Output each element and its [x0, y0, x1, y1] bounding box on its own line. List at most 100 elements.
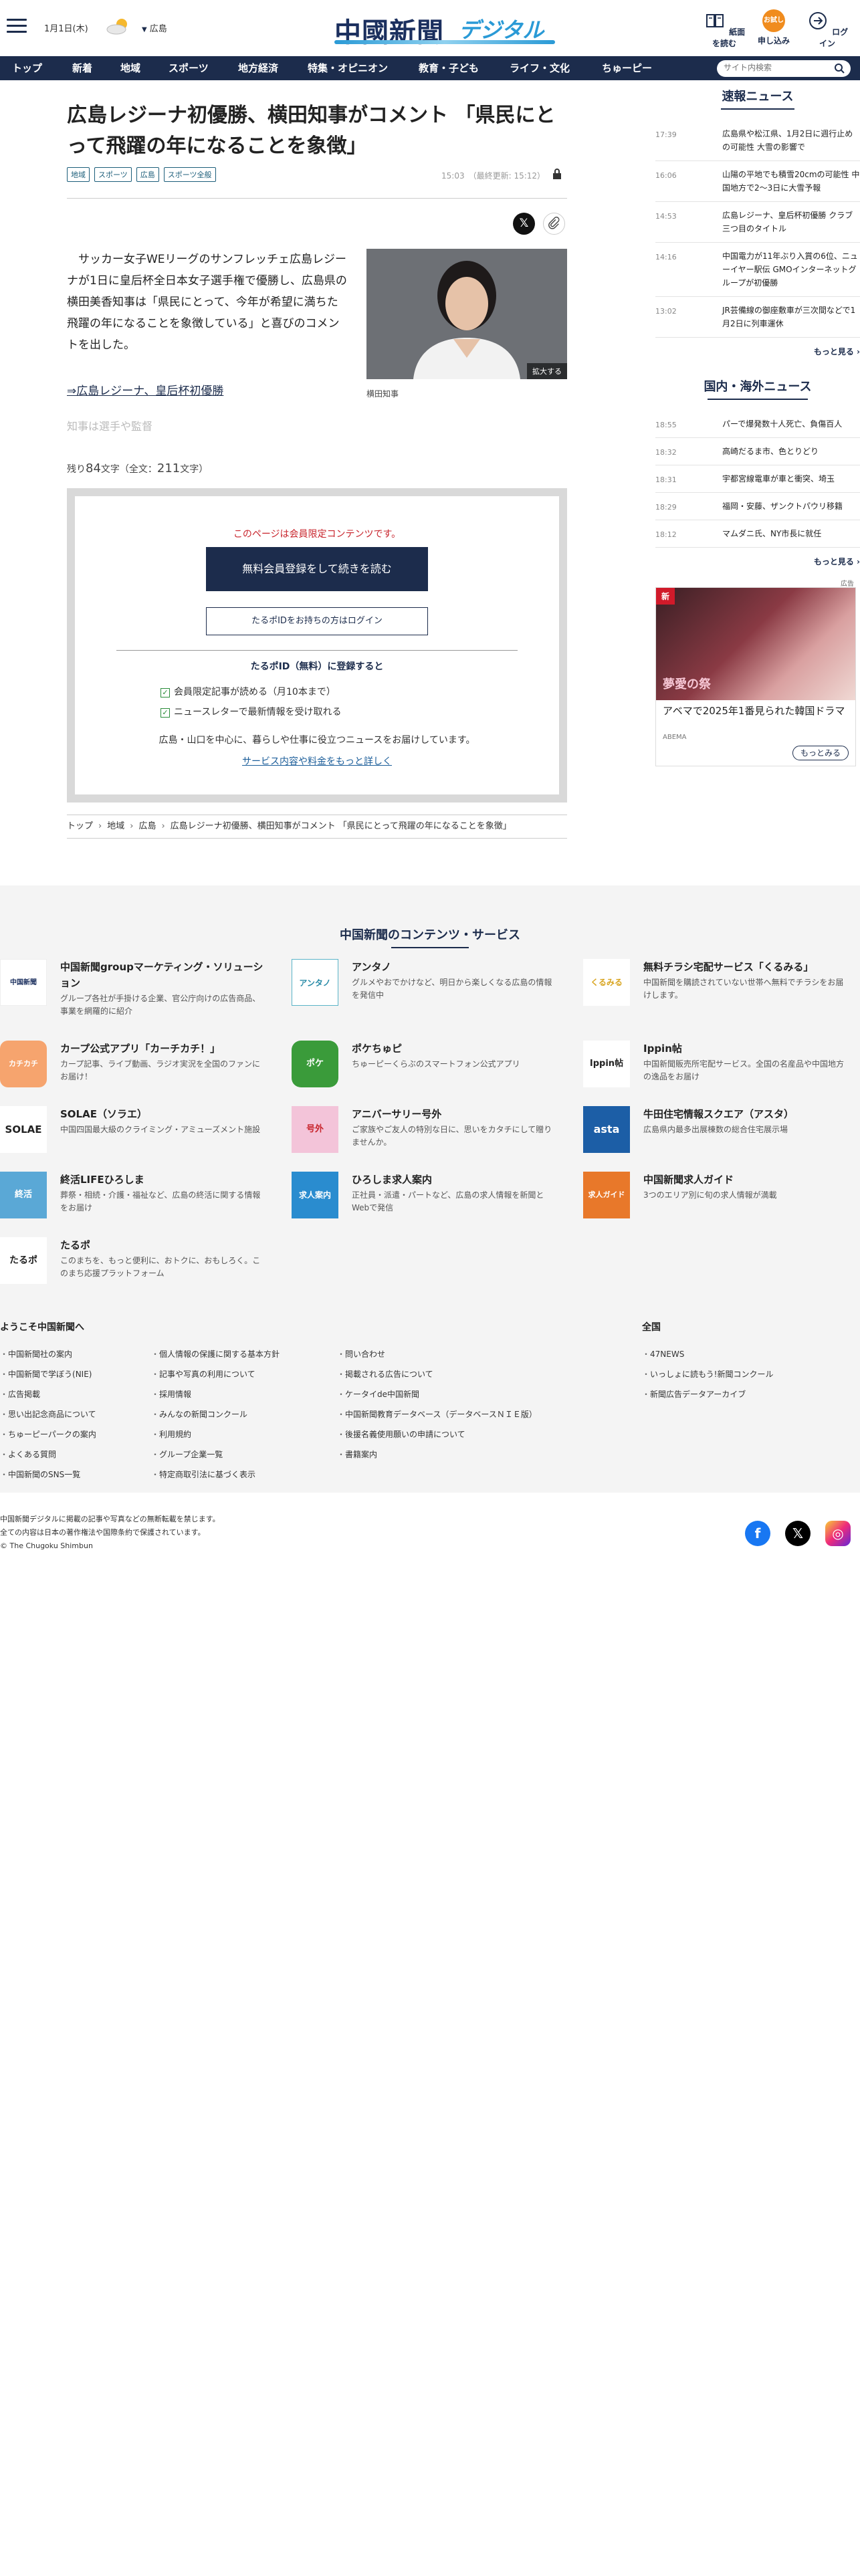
footer-link[interactable]: 新聞広告データアーカイブ — [642, 1388, 746, 1400]
service-card[interactable]: カチカチ カープ公式アプリ「カーチカチ！」 カープ記事、ライブ動画、ラジオ実況を… — [0, 1041, 274, 1101]
service-card[interactable]: 号外 アニバーサリー号外 ご家族やご友人の特別な日に、思いをカタチにして贈りませ… — [292, 1106, 566, 1166]
nav-life[interactable]: ライフ・文化 — [510, 56, 570, 80]
footer-link[interactable]: よくある質問 — [0, 1448, 56, 1460]
nav-economy[interactable]: 地方経済 — [238, 56, 278, 80]
facebook-icon[interactable]: f — [745, 1521, 770, 1546]
footer-link[interactable]: みんなの新聞コンクール — [151, 1408, 247, 1420]
news-time: 18:55 — [655, 421, 677, 429]
news-time: 18:32 — [655, 448, 677, 457]
updated-time: （最終更新: 15:12） — [472, 171, 546, 181]
copy-link-icon[interactable] — [543, 213, 565, 235]
footer-link[interactable]: 広告掲載 — [0, 1388, 40, 1400]
footer-link[interactable]: いっしょに読もう!新聞コンクール — [642, 1368, 773, 1380]
news-item[interactable]: 14:53 広島レジーナ、皇后杯初優勝 クラブ三つ目のタイトル — [655, 202, 860, 243]
site-logo[interactable]: 中國新聞 デジタル — [334, 7, 555, 48]
news-item[interactable]: 18:31 宇都宮線電車が車と衝突、埼玉 — [655, 465, 860, 493]
service-card[interactable]: アンタノ アンタノ グルメやおでかけなど、明日から楽しくなる広島の情報を発信中 — [292, 959, 566, 1019]
copyright-line: © The Chugoku Shimbun — [0, 1541, 93, 1550]
x-share-icon[interactable]: 𝕏 — [513, 213, 535, 235]
news-item[interactable]: 18:55 パーで爆発数十人死亡、負傷百人 — [655, 411, 860, 438]
breadcrumb-top[interactable]: トップ — [67, 821, 93, 831]
footer-link[interactable]: 利用規約 — [151, 1428, 191, 1440]
advertisement[interactable]: 広告 新 夢愛の祭 アベマで2025年1番見られた韓国ドラマ ABEMA もっと… — [655, 580, 856, 766]
footer-link[interactable]: 中国新聞で学ぼう(NIE) — [0, 1368, 92, 1380]
ad-more-button[interactable]: もっとみる — [792, 746, 849, 760]
service-card[interactable]: SOLAE SOLAE（ソラエ） 中国四国最大級のクライミング・アミューズメント… — [0, 1106, 274, 1166]
news-item[interactable]: 18:29 福岡・安藤、ザンクトパウリ移籍 — [655, 493, 860, 520]
nav-education[interactable]: 教育・子ども — [419, 56, 479, 80]
footer-link[interactable]: ちゅーピーパークの案内 — [0, 1428, 96, 1440]
menu-icon[interactable] — [7, 19, 27, 33]
tag-hiroshima[interactable]: 広島 — [136, 167, 159, 182]
footer-link[interactable]: グループ企業一覧 — [151, 1448, 223, 1460]
tag-sports[interactable]: スポーツ — [94, 167, 132, 182]
apply-button[interactable]: お試し 無料 申し込み — [750, 9, 797, 47]
service-card[interactable]: 中国新聞 中国新聞groupマーケティング・ソリューション グループ各社が手掛け… — [0, 959, 274, 1019]
service-logo: asta — [583, 1106, 630, 1153]
footer-link[interactable]: 記事や写真の利用について — [151, 1368, 255, 1380]
footer-link[interactable]: 中国新聞教育データベース（データベースＮＩＥ版） — [337, 1408, 537, 1420]
breadcrumb-hiroshima[interactable]: 広島 — [138, 821, 156, 831]
news-item[interactable]: 13:02 JR芸備線の御座敷車が三次間などで1月2日に列車運休 — [655, 297, 860, 338]
service-card[interactable]: たるポ たるポ このまちを、もっと便利に、おトクに、おもしろく。このまち応援プラ… — [0, 1237, 274, 1297]
news-item[interactable]: 17:39 広島県や松江県、1月2日に週行止めの可能性 大雪の影響で — [655, 120, 860, 161]
nav-region[interactable]: 地域 — [120, 56, 140, 80]
footer-link[interactable]: ケータイde中国新聞 — [337, 1388, 419, 1400]
area-selector[interactable]: ▼ 広島 — [142, 21, 167, 34]
footer-link[interactable]: 後援名義使用願いの申請について — [337, 1428, 465, 1440]
tag-region[interactable]: 地域 — [67, 167, 90, 182]
footer-link[interactable]: 特定商取引法に基づく表示 — [151, 1469, 255, 1480]
footer-link[interactable]: 個人情報の保護に関する基本方針 — [151, 1348, 280, 1360]
service-logo: 中国新聞 — [0, 959, 47, 1006]
related-article-link[interactable]: ⇒広島レジーナ、皇后杯初優勝 — [67, 381, 223, 398]
footer-link[interactable]: 中国新聞社の案内 — [0, 1348, 72, 1360]
footer-link[interactable]: 中国新聞のSNS一覧 — [0, 1469, 80, 1480]
service-card[interactable]: 求人案内 ひろしま求人案内 正社員・派遣・パートなど、広島の求人情報を新聞とWe… — [292, 1172, 566, 1232]
paywall: このページは会員限定コンテンツです。 無料会員登録をして続きを読む たるポIDを… — [67, 488, 567, 802]
news-item[interactable]: 14:16 中国電力が11年ぶり入賞の6位、ニューイヤー駅伝 GMOインターネット… — [655, 243, 860, 297]
service-card[interactable]: ポケ ポケちゅピ ちゅーピーくらぶのスマートフォン公式アプリ — [292, 1041, 566, 1101]
news-item[interactable]: 16:06 山陽の平地でも積雪20cmの可能性 中国地方で2～3日に大雪予報 — [655, 161, 860, 202]
paywall-description: 広島・山口を中心に、暮らしや仕事に役立つニュースをお届けしています。 — [158, 735, 475, 746]
footer-link[interactable]: 掲載される広告について — [337, 1368, 433, 1380]
footer-link[interactable]: 採用情報 — [151, 1388, 191, 1400]
tag-list: 地域 スポーツ 広島 スポーツ全般 — [67, 167, 221, 182]
service-details-link[interactable]: サービス内容や料金をもっと詳しく — [75, 754, 559, 768]
service-logo: Ippin帖 — [583, 1041, 630, 1087]
footer-link[interactable]: 書籍案内 — [337, 1448, 377, 1460]
tag-sports-all[interactable]: スポーツ全般 — [163, 167, 216, 182]
login-id-button[interactable]: たるポIDをお持ちの方はログイン — [206, 607, 428, 635]
article-photo[interactable]: 拡大する — [366, 249, 567, 379]
breadcrumb-current: 広島レジーナ初優勝、横田知事がコメント 「県民にとって飛躍の年になることを象徴」 — [170, 821, 512, 831]
footer-link[interactable]: 思い出記念商品について — [0, 1408, 96, 1420]
news-item[interactable]: 18:32 高崎だるま市、色とりどり — [655, 438, 860, 465]
service-card[interactable]: くるみる 無料チラシ宅配サービス「くるみる」 中国新聞を購読されていない世帯へ無… — [583, 959, 857, 1019]
service-card[interactable]: asta 牛田住宅情報スクエア（アスタ） 広島県内最多出展棟数の総合住宅展示場 — [583, 1106, 857, 1166]
service-card[interactable]: 終活 終活LIFEひろしま 葬祭・相続・介護・福祉など、広島の終活に関する情報を… — [0, 1172, 274, 1232]
world-more-link[interactable]: もっと見る › — [655, 556, 860, 567]
nav-new[interactable]: 新着 — [72, 56, 92, 80]
zoom-button[interactable]: 拡大する — [527, 363, 567, 379]
breadcrumb-region[interactable]: 地域 — [107, 821, 124, 831]
search-input[interactable] — [724, 63, 824, 72]
service-card[interactable]: 求人ガイド 中国新聞求人ガイド 3つのエリア別に旬の求人情報が満載 — [583, 1172, 857, 1232]
nav-top[interactable]: トップ — [12, 56, 42, 80]
footer-link[interactable]: 47NEWS — [642, 1348, 684, 1360]
nav-sports[interactable]: スポーツ — [169, 56, 209, 80]
service-logo: くるみる — [583, 959, 630, 1006]
footer-link[interactable]: 問い合わせ — [337, 1348, 385, 1360]
news-text: 広島レジーナ、皇后杯初優勝 クラブ三つ目のタイトル — [722, 211, 853, 233]
search-icon[interactable] — [834, 63, 845, 74]
x-icon[interactable]: 𝕏 — [785, 1521, 811, 1546]
divider — [116, 650, 518, 651]
service-card[interactable]: Ippin帖 Ippin帖 中国新聞販売所宅配サービス。全国の名産品や中国地方の… — [583, 1041, 857, 1101]
nav-chupy[interactable]: ちゅーピー — [602, 56, 652, 80]
flash-more-link[interactable]: もっと見る › — [655, 346, 860, 357]
register-button[interactable]: 無料会員登録をして続きを読む — [206, 547, 428, 591]
read-paper-button[interactable]: 紙面を読む — [701, 9, 748, 49]
news-item[interactable]: 18:12 マムダニ氏、NY市長に就任 — [655, 520, 860, 548]
instagram-icon[interactable]: ◎ — [825, 1521, 851, 1546]
check-icon: ✓ — [160, 688, 170, 697]
login-button[interactable]: ログイン — [804, 9, 851, 49]
nav-opinion[interactable]: 特集・オピニオン — [308, 56, 388, 80]
